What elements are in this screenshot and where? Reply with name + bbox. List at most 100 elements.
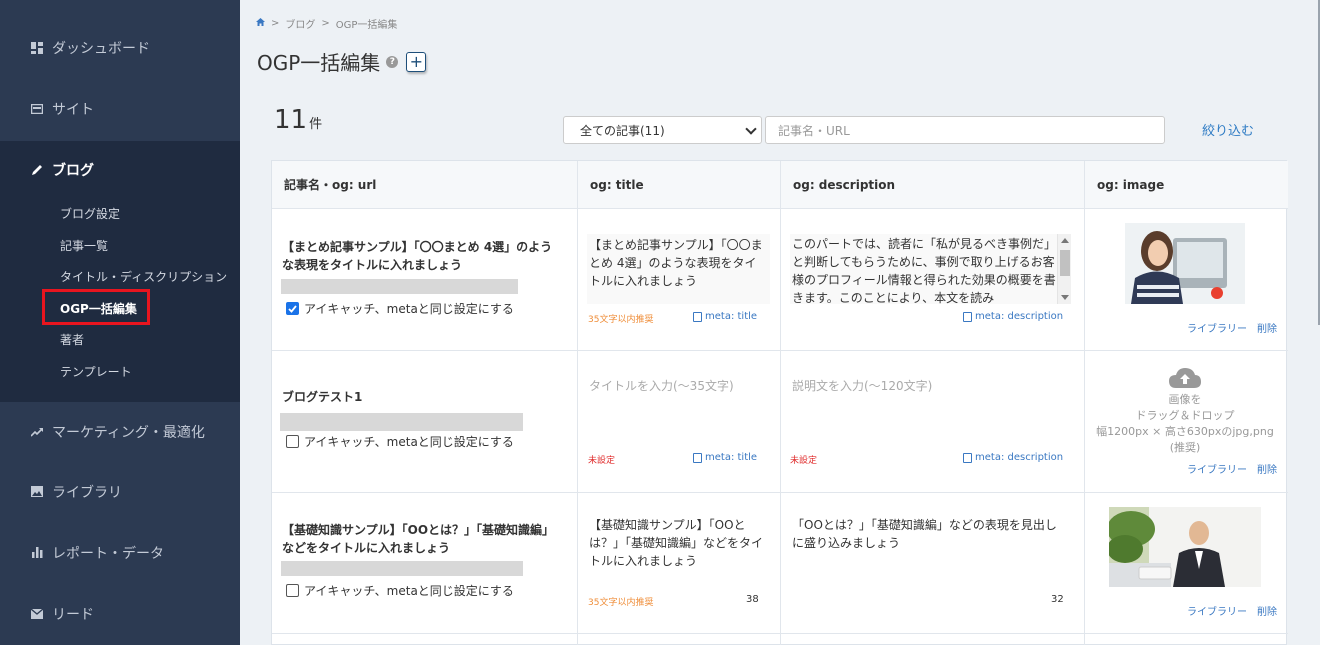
meta-description-label: meta: description	[975, 452, 1064, 463]
subnav-article-list[interactable]: 記事一覧	[60, 237, 108, 254]
row-2-image-dropzone[interactable]: 画像を ドラッグ＆ドロップ 幅1200px × 高さ630pxのjpg,png …	[1090, 366, 1280, 456]
scroll-up-icon[interactable]	[1061, 238, 1069, 243]
sidebar-item-dashboard[interactable]: ダッシュボード	[0, 17, 240, 78]
row-2-meta-description-link[interactable]: meta: description	[963, 452, 1063, 463]
divider	[577, 161, 578, 645]
row-3-og-description-input[interactable]: 「OOとは？」「基礎知識編」などの表現を見出しに盛り込みましょう	[790, 516, 1062, 556]
search-input[interactable]: 記事名・URL	[765, 116, 1165, 144]
same-setting-label: アイキャッチ、metaと同じ設定にする	[304, 302, 514, 316]
sidebar-item-library[interactable]: ライブラリ	[0, 461, 240, 522]
help-icon[interactable]: ?	[386, 55, 399, 68]
scroll-down-icon[interactable]	[1061, 295, 1069, 300]
library-link[interactable]: ライブラリー	[1187, 320, 1247, 335]
sidebar-item-blog[interactable]: ブログ	[0, 139, 240, 200]
row-3-og-image	[1109, 507, 1261, 587]
checkbox-unchecked[interactable]	[286, 435, 299, 448]
sidebar-item-site[interactable]: サイト	[0, 78, 240, 139]
row-2-title-hint: 未設定	[588, 456, 616, 466]
row-3-title: 【基礎知識サンプル】「OOとは？」「基礎知識編」などをタイトルに入れましょう	[282, 523, 549, 555]
url-redacted-bar	[281, 279, 518, 294]
home-icon[interactable]	[256, 18, 265, 29]
copy-icon	[693, 452, 702, 463]
row-2-same-setting[interactable]: アイキャッチ、metaと同じ設定にする	[286, 433, 514, 450]
filter-select-value: 全ての記事(11)	[580, 123, 665, 138]
upload-text-line: 画像を	[1168, 393, 1202, 406]
scroll-thumb[interactable]	[1060, 250, 1070, 276]
row-1-meta-title-link[interactable]: meta: title	[693, 311, 757, 322]
meta-description-label: meta: description	[975, 311, 1064, 322]
row-3-image-actions: ライブラリー 削除	[1187, 603, 1277, 618]
count-unit: 件	[309, 117, 323, 132]
subnav-blog-settings[interactable]: ブログ設定	[60, 205, 120, 222]
dashboard-icon	[30, 41, 44, 55]
row-2-description-hint: 未設定	[790, 456, 818, 466]
sidebar-item-leads[interactable]: リード	[0, 583, 240, 644]
filter-button[interactable]: 絞り込む	[1202, 120, 1254, 139]
row-3-same-setting[interactable]: アイキャッチ、metaと同じ設定にする	[286, 582, 514, 599]
meta-title-label: meta: title	[705, 311, 758, 322]
sidebar: ダッシュボード サイト ブログ ブログ設定 記事一覧 タイトル・ディスクリプショ…	[0, 0, 240, 645]
highlight-box	[42, 289, 150, 325]
row-3-description-counter: 32	[1051, 594, 1064, 605]
header-og-title: og: title	[578, 161, 780, 208]
sidebar-item-label: ブログ	[52, 162, 94, 179]
same-setting-label: アイキャッチ、metaと同じ設定にする	[304, 584, 514, 598]
delete-link[interactable]: 削除	[1257, 603, 1277, 618]
row-2-meta-title-link[interactable]: meta: title	[693, 452, 757, 463]
pencil-icon	[30, 163, 44, 177]
site-icon	[30, 102, 44, 116]
url-redacted-bar	[281, 561, 523, 576]
sidebar-item-label: ダッシュボード	[52, 40, 150, 57]
page-title: OGP一括編集	[257, 51, 381, 75]
checkbox-checked[interactable]	[286, 302, 299, 315]
row-2-og-description-input[interactable]: 説明文を入力(〜120文字)	[792, 377, 932, 394]
row-1-title-hint: 35文字以内推奨	[588, 315, 654, 325]
same-setting-label: アイキャッチ、metaと同じ設定にする	[304, 435, 514, 449]
header-name-url: 記事名・og: url	[272, 161, 577, 208]
sidebar-item-label: ライブラリ	[52, 484, 122, 501]
row-2-image-actions: ライブラリー 削除	[1187, 461, 1277, 476]
search-placeholder: 記事名・URL	[778, 123, 850, 138]
row-3-og-title-input[interactable]: 【基礎知識サンプル】「OOとは？」「基礎知識編」などをタイトルに入れましょう	[587, 516, 770, 572]
row-2-og-title-input[interactable]: タイトルを入力(〜35文字)	[589, 377, 734, 394]
divider	[272, 208, 1288, 209]
mail-icon	[30, 607, 44, 621]
row-1-og-title-input[interactable]: 【まとめ記事サンプル】「〇〇まとめ 4選」のような表現をタイトルに入れましょう	[587, 234, 770, 304]
add-button[interactable]: +	[406, 51, 427, 72]
row-3-title-counter: 38	[746, 594, 759, 605]
article-filter-select[interactable]: 全ての記事(11)	[563, 116, 762, 144]
count-value: 11	[274, 105, 308, 135]
delete-link[interactable]: 削除	[1257, 320, 1277, 335]
row-1-title: 【まとめ記事サンプル】「〇〇まとめ 4選」のような表現をタイトルに入れましょう	[282, 240, 553, 272]
sidebar-item-label: サイト	[52, 101, 94, 118]
page-title-row: OGP一括編集 ? +	[257, 47, 427, 76]
divider	[272, 492, 1288, 493]
breadcrumb-blog[interactable]: ブログ	[285, 16, 315, 31]
description-scrollbar[interactable]	[1057, 234, 1071, 304]
delete-link[interactable]: 削除	[1257, 461, 1277, 476]
library-link[interactable]: ライブラリー	[1187, 603, 1247, 618]
row-1-same-setting[interactable]: アイキャッチ、metaと同じ設定にする	[286, 300, 514, 317]
library-link[interactable]: ライブラリー	[1187, 461, 1247, 476]
sidebar-item-reports[interactable]: レポート・データ	[0, 522, 240, 583]
breadcrumb-current: OGP一括編集	[335, 20, 398, 31]
sidebar-item-marketing[interactable]: マーケティング・最適化	[0, 401, 240, 462]
subnav-title-description[interactable]: タイトル・ディスクリプション	[60, 268, 227, 285]
row-3-title-hint: 35文字以内推奨	[588, 598, 654, 608]
url-redacted-bar	[280, 413, 523, 431]
sidebar-item-label: リード	[52, 606, 94, 623]
row-1-og-description-input[interactable]: このパートでは、読者に「私が見るべき事例だ」と判断してもらうために、事例で取り上…	[790, 234, 1058, 304]
row-1-meta-description-link[interactable]: meta: description	[963, 311, 1063, 322]
chevron-down-icon	[745, 123, 757, 135]
copy-icon	[963, 452, 972, 463]
meta-title-label: meta: title	[705, 452, 758, 463]
row-2-title: ブログテスト1	[282, 390, 363, 404]
subnav-templates[interactable]: テンプレート	[60, 363, 132, 380]
subnav-authors[interactable]: 著者	[60, 331, 84, 348]
breadcrumb-separator: >	[321, 18, 330, 29]
sidebar-item-label: マーケティング・最適化	[52, 424, 205, 441]
copy-icon	[963, 311, 972, 322]
sidebar-item-label: レポート・データ	[52, 545, 164, 562]
checkbox-unchecked[interactable]	[286, 584, 299, 597]
divider	[272, 350, 1288, 351]
